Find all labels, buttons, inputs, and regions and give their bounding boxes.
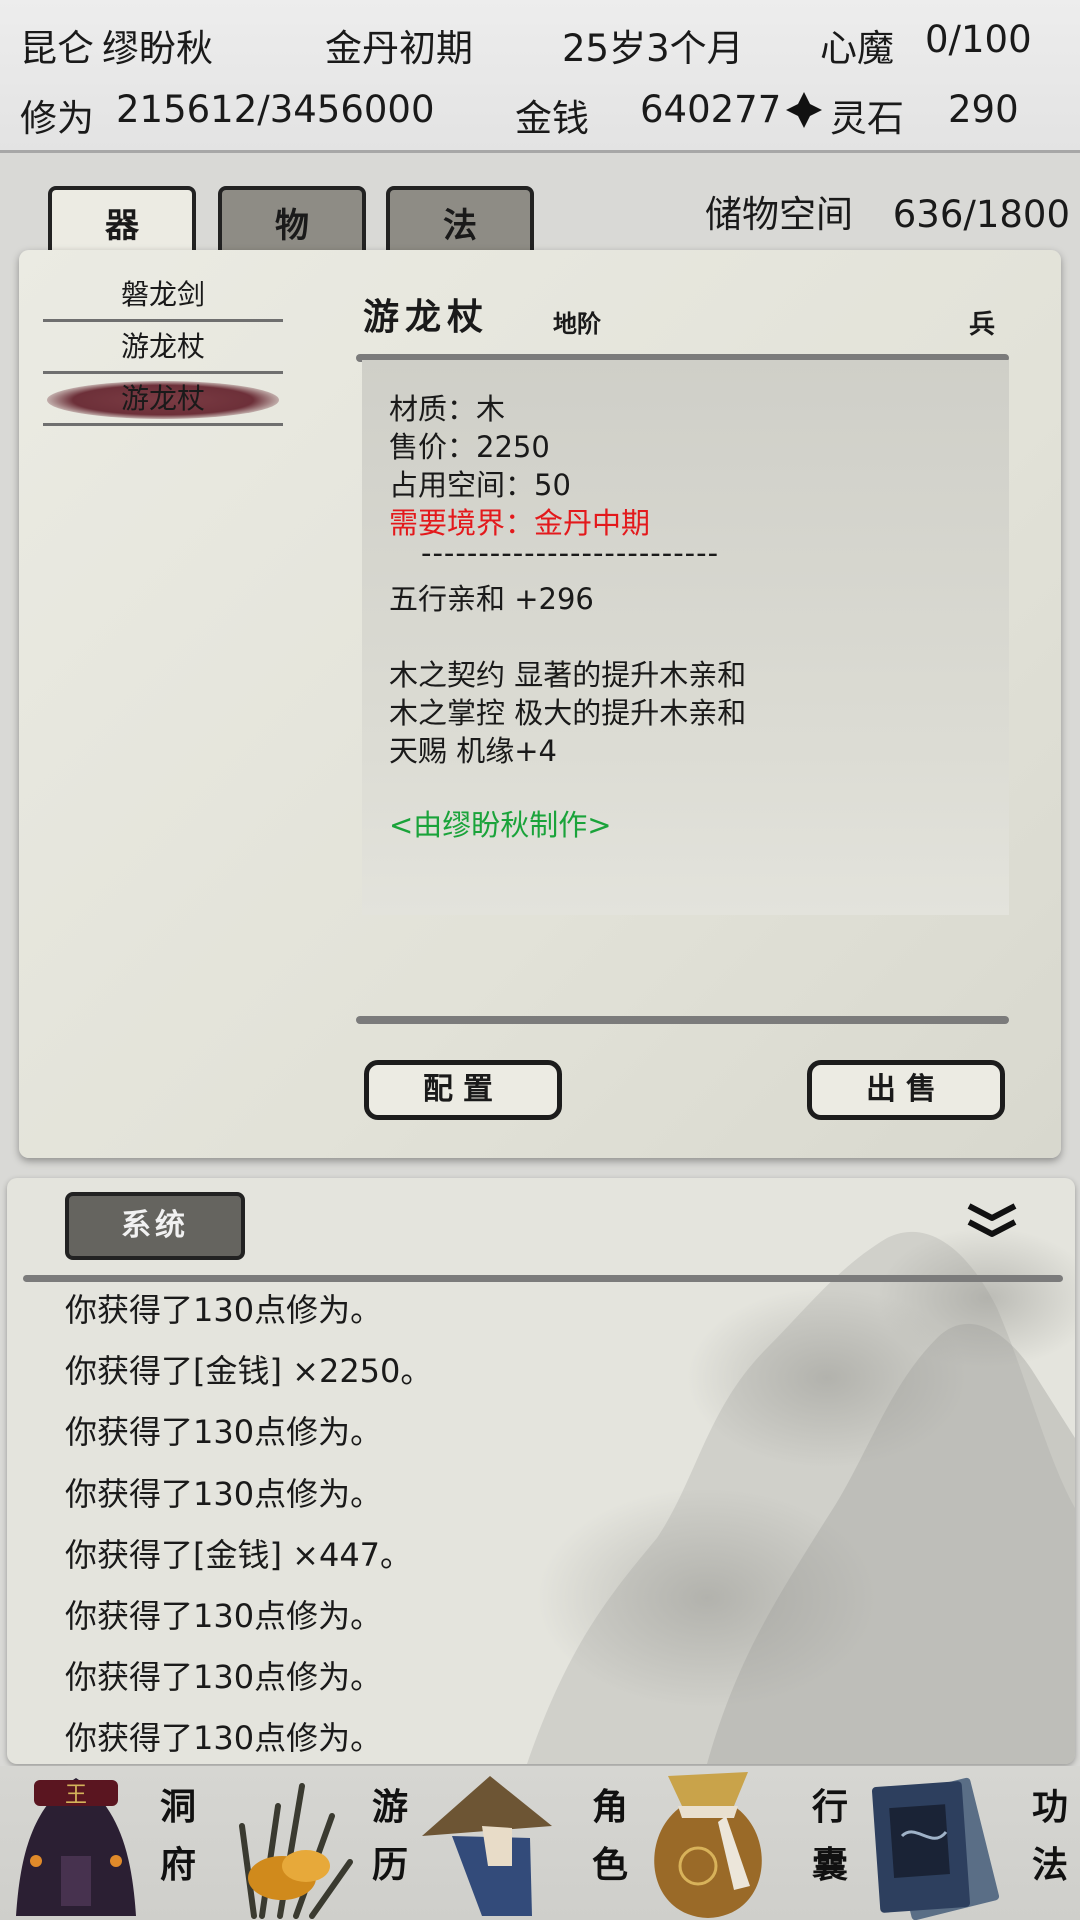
item-trait: 天赐 机缘+4 — [389, 734, 557, 768]
log-line: 你获得了[金钱] ×447。 — [65, 1535, 413, 1574]
log-line: 你获得了130点修为。 — [65, 1413, 383, 1452]
nav-bag[interactable]: 行囊 — [642, 1766, 856, 1920]
heart-demon-label: 心魔 — [820, 27, 894, 70]
item-material: 材质：木 — [389, 392, 506, 426]
list-item-selected[interactable]: 游龙杖 — [43, 374, 283, 426]
log-line: 你获得了130点修为。 — [65, 1596, 383, 1635]
item-price: 售价：2250 — [389, 430, 550, 464]
log-line: 你获得了130点修为。 — [65, 1658, 383, 1697]
character-name: 缪盼秋 — [102, 27, 213, 70]
log-line: 你获得了[金钱] ×2250。 — [65, 1352, 433, 1391]
item-name: 游龙杖 — [120, 382, 205, 415]
nav-label: 行囊 — [811, 1786, 848, 1886]
item-name: 游龙杖 — [120, 330, 205, 363]
storage-label: 储物空间 — [705, 193, 853, 236]
collapse-chevron-icon[interactable] — [965, 1200, 1019, 1240]
log-line: 你获得了130点修为。 — [65, 1474, 383, 1513]
nav-character[interactable]: 角色 — [422, 1766, 642, 1920]
tab-items[interactable]: 物 — [218, 186, 366, 258]
money-value: 640277 — [640, 88, 782, 131]
scripture-books-icon — [871, 1777, 1000, 1920]
bottom-nav: 王 洞府 游历 角色 行 囊 功 法 — [0, 1766, 1080, 1920]
tab-system[interactable]: 系统 — [65, 1192, 245, 1260]
divider-bottom — [356, 1016, 1009, 1024]
item-space: 占用空间：50 — [389, 468, 571, 502]
nav-label: 洞府 — [159, 1786, 196, 1886]
item-trait: 木之契约 显著的提升木亲和 — [389, 658, 747, 692]
nav-label: 功法 — [1031, 1786, 1068, 1886]
item-maker: <由缪盼秋制作> — [389, 808, 612, 842]
nav-label: 角色 — [591, 1786, 628, 1886]
cultivation-value: 215612/3456000 — [116, 88, 435, 131]
log-scroll-area[interactable]: 你获得了130点修为。 你获得了[金钱] ×2250。 你获得了130点修为。 … — [7, 1282, 1075, 1764]
list-item[interactable]: 游龙杖 — [43, 322, 283, 374]
nav-techniques[interactable]: 功法 — [856, 1766, 1080, 1920]
sect-name: 昆仑 — [20, 27, 94, 70]
cave-dwelling-icon: 王 — [16, 1778, 136, 1916]
item-name: 磐龙剑 — [120, 278, 205, 311]
status-bar: 昆仑 缪盼秋 金丹初期 25岁3个月 心魔 0/100 修为 215612/34… — [0, 0, 1080, 153]
character-hat-icon — [422, 1776, 552, 1916]
item-divider: -------------------------- — [421, 536, 720, 570]
item-type: 兵 — [969, 310, 996, 340]
heart-demon-value: 0/100 — [925, 18, 1032, 61]
spirit-stone-value: 290 — [948, 88, 1019, 131]
item-grade: 地阶 — [553, 309, 601, 338]
cultivation-label: 修为 — [20, 97, 94, 140]
bag-icon — [654, 1772, 762, 1918]
age: 25岁3个月 — [562, 27, 744, 70]
nav-travel[interactable]: 游历 — [214, 1766, 428, 1920]
nav-cave-dwelling[interactable]: 王 洞府 — [0, 1766, 214, 1920]
item-panel: 磐龙剑 游龙杖 游龙杖 游龙杖 地阶 兵 材质：木 售价：2250 占用空间：5… — [19, 250, 1061, 1158]
equip-button[interactable]: 配置 — [364, 1060, 562, 1120]
svg-text:王: 王 — [65, 1783, 87, 1808]
log-line: 你获得了130点修为。 — [65, 1719, 383, 1758]
realm: 金丹初期 — [325, 27, 473, 70]
nav-label: 游历 — [371, 1786, 408, 1886]
item-list: 磐龙剑 游龙杖 游龙杖 — [43, 270, 283, 426]
log-line: 你获得了130点修为。 — [65, 1291, 383, 1329]
money-label: 金钱 — [515, 97, 589, 140]
item-stat: 五行亲和 +296 — [389, 582, 594, 616]
tab-techniques[interactable]: 法 — [386, 186, 534, 258]
travel-grass-icon — [239, 1783, 353, 1919]
sell-button[interactable]: 出售 — [807, 1060, 1005, 1120]
storage-value: 636/1800 — [892, 193, 1071, 236]
spirit-stone-icon — [786, 92, 822, 128]
spirit-stone-label: 灵石 — [830, 97, 904, 140]
list-item[interactable]: 磐龙剑 — [43, 270, 283, 322]
storage-space: 储物空间 636/1800 — [705, 184, 1070, 238]
item-title: 游龙杖 — [363, 296, 490, 338]
system-log-panel: 系统 你获得了130点修为。 你获得了[金钱] ×2250。 你获得了130点修… — [7, 1178, 1075, 1764]
item-trait: 木之掌控 极大的提升木亲和 — [389, 696, 747, 730]
log-divider — [23, 1275, 1063, 1282]
tab-equipment[interactable]: 器 — [48, 186, 196, 258]
